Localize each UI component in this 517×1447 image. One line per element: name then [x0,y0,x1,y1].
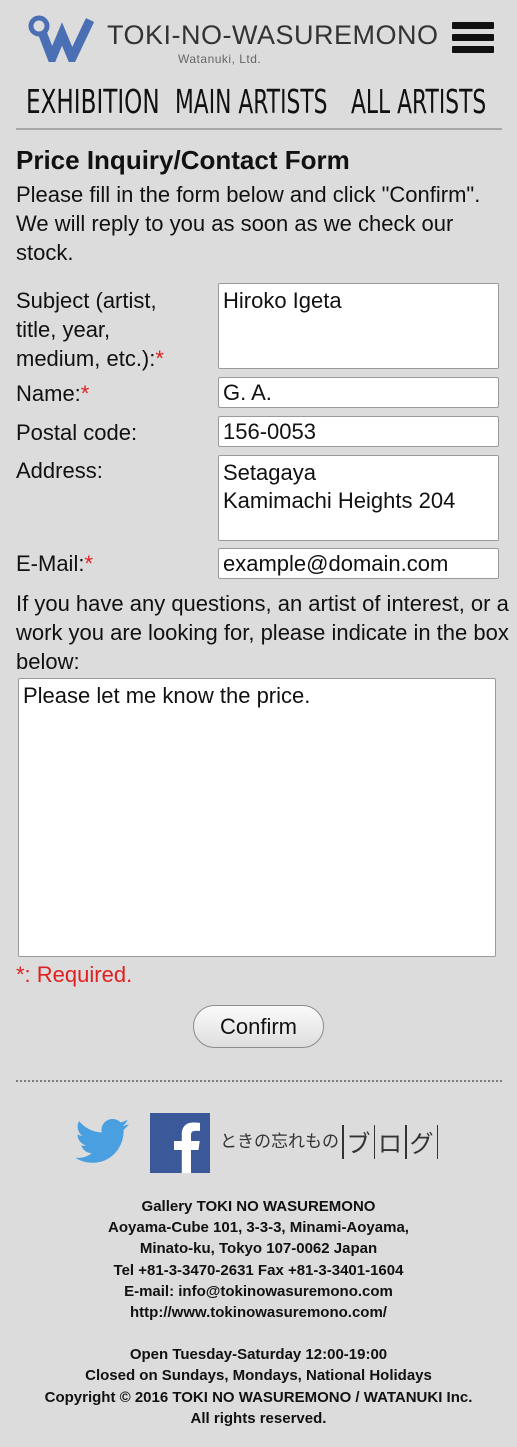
email-label: E-Mail:* [16,551,94,576]
required-mark: * [155,346,164,371]
logo-subtitle: Watanuki, Ltd. [178,52,262,66]
blog-separator [436,1124,438,1159]
footer-address-line: Aoyama-Cube 101, 3-3-3, Minami-Aoyama, [108,1219,409,1237]
footer: Gallery TOKI NO WASUREMONO Aoyama-Cube 1… [0,1196,517,1429]
hamburger-menu-icon[interactable] [452,22,494,62]
footer-copyright: Copyright © 2016 TOKI NO WASUREMONO / WA… [44,1388,473,1406]
footer-gap [0,1323,517,1344]
section-divider [16,1080,502,1082]
postal-code-label: Postal code: [16,420,138,445]
facebook-icon[interactable] [150,1113,210,1173]
logo-mark-icon[interactable] [28,14,94,62]
footer-phone-fax: Tel +81-3-3470-2631 Fax +81-3-3401-1604 [113,1261,404,1279]
form-title: Price Inquiry/Contact Form [16,145,350,175]
blog-separator [405,1124,407,1159]
footer-gallery-name: Gallery TOKI NO WASUREMONO [141,1198,376,1215]
footer-closed-days: Closed on Sundays, Mondays, National Hol… [85,1367,432,1385]
blog-separator [342,1124,344,1159]
nav-main-artists[interactable]: MAIN ARTISTS [175,82,327,121]
footer-hours: Open Tuesday-Saturday 12:00-19:00 [129,1346,388,1364]
footer-email[interactable]: E-mail: info@tokinowasuremono.com [0,1281,517,1302]
confirm-button[interactable]: Confirm [193,1005,324,1048]
blog-char-gu: グ [409,1130,434,1158]
question-prompt: If you have any questions, an artist of … [16,591,509,674]
nav-exhibition[interactable]: EXHIBITION [26,82,160,121]
footer-website[interactable]: http://www.tokinowasuremono.com/ [0,1302,517,1323]
postal-code-field[interactable]: 156-0053 [218,416,499,447]
email-field[interactable]: example@domain.com [218,548,499,579]
blog-char-ro: ロ [378,1130,402,1158]
footer-rights: All rights reserved. [190,1409,327,1427]
required-mark: * [84,551,94,576]
subject-label: Subject (artist, title, year, medium, et… [16,288,164,371]
blog-label-small: ときの忘れもの [220,1132,339,1152]
nav-all-artists[interactable]: ALL ARTISTS [351,82,486,121]
form-intro: Please fill in the form below and click … [16,182,481,265]
twitter-icon[interactable] [75,1117,131,1167]
logo-title[interactable]: TOKI-NO-WASUREMONO [107,20,439,51]
required-note: *: Required. [16,962,133,987]
name-label: Name:* [16,381,90,406]
nav-divider [16,128,502,130]
blog-link[interactable]: ときの忘れものブログ [220,1124,441,1160]
address-field[interactable]: Setagaya Kamimachi Heights 204 [218,455,499,541]
main-nav: EXHIBITION MAIN ARTISTS ALL ARTISTS [18,82,500,126]
required-mark: * [80,381,90,406]
footer-address-line: Minato-ku, Tokyo 107-0062 Japan [139,1240,378,1258]
blog-separator [373,1124,375,1159]
name-field[interactable]: G. A. [218,377,499,408]
address-label: Address: [16,458,103,483]
subject-field[interactable]: Hiroko Igeta [218,283,499,369]
question-textarea[interactable]: Please let me know the price. [18,678,496,957]
blog-char-bu: ブ [346,1130,371,1158]
